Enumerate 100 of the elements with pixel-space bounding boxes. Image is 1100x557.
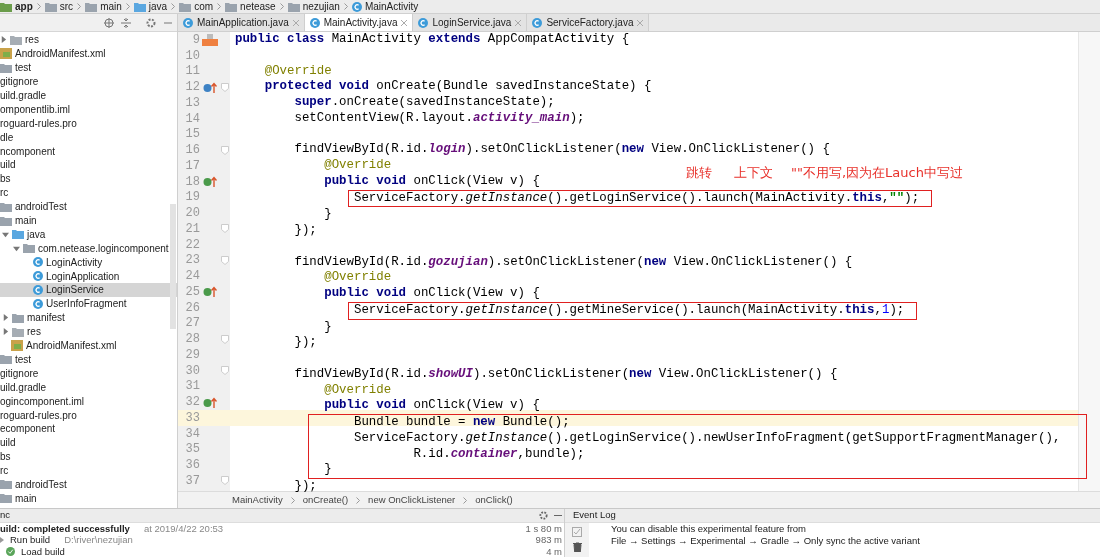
tree-item[interactable]: AndroidManifest.xml: [0, 338, 177, 353]
breadcrumb-item[interactable]: MainActivity: [232, 492, 283, 508]
tree-item[interactable]: bs: [0, 449, 177, 464]
breadcrumb-item[interactable]: MainActivity: [351, 0, 419, 14]
editor-tab[interactable]: MainApplication.java: [178, 14, 305, 31]
line-number: 34: [184, 425, 200, 443]
breadcrumb-item[interactable]: nezujian: [287, 0, 340, 14]
tree-item[interactable]: uild: [0, 435, 177, 450]
line-number: 15: [184, 126, 200, 144]
tree-item[interactable]: java: [0, 227, 177, 242]
editor-tab[interactable]: MainActivity.java: [304, 14, 414, 31]
tree-item[interactable]: LoginService: [0, 283, 177, 297]
breadcrumb-item[interactable]: main: [85, 0, 122, 14]
editor-tab[interactable]: LoginService.java: [413, 14, 528, 31]
line-number: 28: [184, 331, 200, 349]
tree-item[interactable]: ogincomponent.iml: [0, 394, 177, 409]
breadcrumb-item[interactable]: onClick(): [475, 492, 513, 508]
tree-item[interactable]: roguard-rules.pro: [0, 116, 177, 131]
close-icon[interactable]: [292, 19, 299, 26]
scrollbar[interactable]: [170, 204, 176, 329]
tree-item[interactable]: manifest: [0, 310, 177, 325]
tree-item[interactable]: androidTest: [0, 477, 177, 492]
tree-item[interactable]: rc: [0, 185, 177, 200]
tree-item[interactable]: bs: [0, 171, 177, 186]
breadcrumb-item[interactable]: app: [0, 0, 33, 14]
folder-icon: [0, 1, 12, 12]
editor-tab[interactable]: ServiceFactory.java: [527, 14, 650, 31]
tree-item[interactable]: ecomponent: [0, 421, 177, 436]
tree-item[interactable]: roguard-rules.pro: [0, 408, 177, 422]
code-line: super.onCreate(savedInstanceState);: [294, 95, 555, 109]
collapsed-arrow-icon[interactable]: [0, 36, 7, 44]
tree-item[interactable]: AndroidManifest.xml: [0, 46, 177, 61]
chevron-icon: [125, 3, 130, 10]
collapsed-arrow-icon[interactable]: [0, 537, 4, 544]
locate-icon[interactable]: [104, 17, 114, 28]
breadcrumb-item[interactable]: src: [44, 0, 74, 14]
override-marker-icon[interactable]: [203, 81, 217, 93]
tree-item[interactable]: test: [0, 60, 177, 75]
breadcrumb-item[interactable]: onCreate(): [302, 492, 349, 508]
settings-icon[interactable]: [146, 17, 156, 28]
code-line: Bundle bundle = new Bundle();: [353, 415, 570, 429]
line-number: 11: [184, 63, 200, 81]
code-line: }: [324, 462, 332, 477]
tree-item[interactable]: com.netease.logincomponent: [0, 241, 177, 256]
tree-item[interactable]: gitignore: [0, 74, 177, 89]
implement-marker-icon[interactable]: [203, 396, 217, 408]
build-row-label: Load build: [21, 545, 65, 557]
code-line: findViewById(R.id.login).setOnClickListener(new View.OnClickListener() {: [294, 142, 830, 157]
folder-icon: [10, 34, 22, 45]
code-line: }: [324, 207, 332, 222]
trash-icon[interactable]: [572, 542, 582, 552]
folder-icon: [0, 493, 12, 504]
close-icon[interactable]: [637, 19, 644, 26]
tree-item[interactable]: uild.gradle: [0, 380, 177, 395]
tree-item[interactable]: uild: [0, 158, 177, 172]
folder-icon: [12, 326, 24, 337]
line-number: 36: [184, 457, 200, 475]
folder-icon: [12, 312, 24, 323]
line-number: 27: [184, 315, 200, 333]
line-number: 24: [184, 268, 200, 286]
breadcrumb-item[interactable]: com: [179, 0, 214, 14]
implement-marker-icon[interactable]: [203, 286, 217, 298]
tree-item[interactable]: LoginActivity: [0, 255, 177, 270]
breadcrumb-item[interactable]: netease: [225, 0, 276, 14]
tree-item[interactable]: rc: [0, 463, 177, 478]
tree-item[interactable]: uild.gradle: [0, 88, 177, 103]
line-number: 29: [184, 346, 200, 364]
tree-item[interactable]: res: [0, 33, 177, 47]
checkmark-icon[interactable]: [572, 527, 582, 537]
settings-icon[interactable]: [539, 511, 548, 520]
tree-item[interactable]: main: [0, 213, 177, 228]
tree-item[interactable]: main: [0, 491, 177, 506]
code-line: @Override: [324, 382, 392, 397]
tree-item[interactable]: LoginApplication: [0, 269, 177, 284]
tree-item[interactable]: UserInfoFragment: [0, 296, 177, 311]
tree-item[interactable]: omponentlib.iml: [0, 102, 177, 117]
annotation-text: 上下文: [734, 164, 773, 182]
implement-marker-icon[interactable]: [203, 176, 217, 188]
tree-item[interactable]: dle: [0, 130, 177, 145]
close-icon[interactable]: [515, 19, 522, 26]
panel-title: Event Log: [573, 508, 616, 523]
tree-item[interactable]: androidTest: [0, 199, 177, 214]
line-number: 10: [184, 47, 200, 65]
breadcrumb-item[interactable]: java: [133, 0, 168, 14]
tree-item[interactable]: test: [0, 352, 177, 367]
chevron-icon: [279, 3, 284, 10]
tree-item[interactable]: ncomponent: [0, 144, 177, 158]
folder-icon: [85, 1, 98, 12]
chevron-icon: [356, 496, 361, 504]
tree-item[interactable]: gitignore: [0, 366, 177, 381]
class-icon: [183, 17, 193, 28]
class-icon: [33, 284, 43, 295]
line-number: 22: [184, 236, 200, 254]
close-icon[interactable]: [401, 19, 408, 26]
code-line: });: [294, 479, 317, 493]
collapse-all-icon[interactable]: [121, 17, 131, 28]
tree-item[interactable]: res: [0, 324, 177, 339]
breadcrumb-item[interactable]: new OnClickListener: [368, 492, 456, 508]
line-number: 18: [184, 173, 200, 191]
folder-icon: [225, 1, 238, 12]
